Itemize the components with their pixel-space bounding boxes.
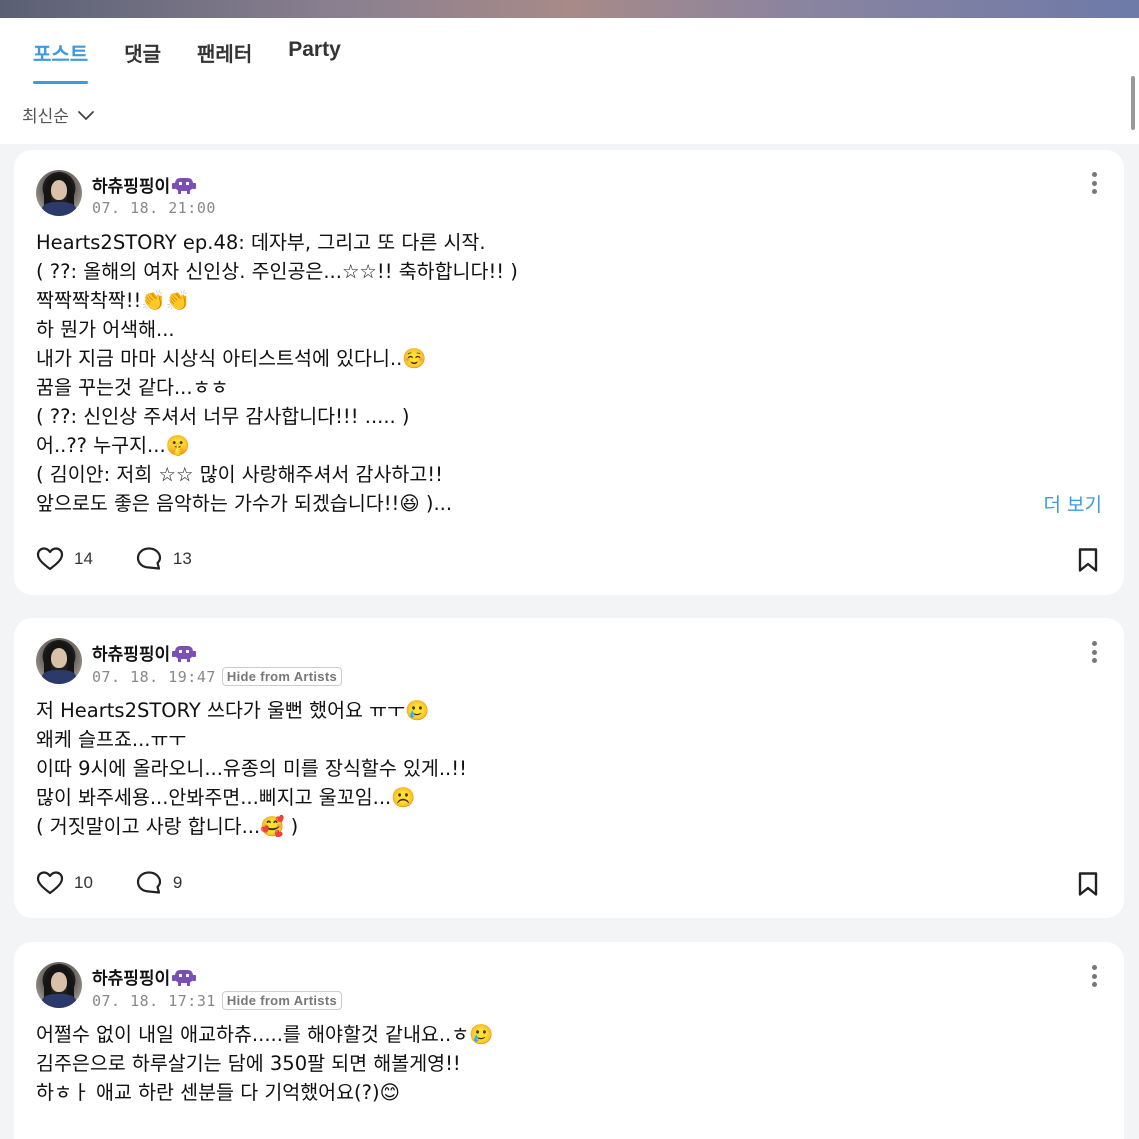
avatar[interactable] [36, 170, 82, 216]
comment-button[interactable]: 9 [135, 870, 182, 896]
see-more-link[interactable]: 더 보기 [1044, 490, 1102, 517]
post-card: 하츄핑핑이 07. 18. 19:47 Hide from Artists 저 … [14, 618, 1124, 918]
comment-button[interactable]: 13 [135, 546, 192, 572]
post-author[interactable]: 하츄핑핑이 [92, 964, 197, 989]
author-name: 하츄핑핑이 [92, 969, 171, 989]
like-button[interactable]: 10 [36, 870, 93, 896]
alien-monster-icon [172, 969, 197, 986]
sort-label: 최신순 [22, 107, 69, 127]
bookmark-icon[interactable] [1076, 547, 1100, 573]
hide-from-artists-badge: Hide from Artists [221, 991, 342, 1010]
heart-icon [36, 547, 64, 571]
more-options-button[interactable] [1088, 170, 1100, 196]
alien-monster-icon [172, 645, 197, 662]
avatar[interactable] [36, 638, 82, 684]
bookmark-icon[interactable] [1076, 871, 1100, 897]
tab-party[interactable]: Party [288, 38, 341, 81]
post-timestamp: 07. 18. 21:00 [92, 199, 216, 217]
tab-fan-letters[interactable]: 팬레터 [197, 38, 252, 81]
post-meta: 07. 18. 21:00 [92, 199, 216, 217]
alien-monster-icon [172, 177, 197, 194]
post-author[interactable]: 하츄핑핑이 [92, 172, 197, 197]
comment-count: 13 [172, 549, 192, 568]
heart-icon [36, 871, 64, 895]
post-author[interactable]: 하츄핑핑이 [92, 640, 197, 665]
post-body: 어쩔수 없이 내일 애교하츄.....를 해야할것 같내요..ㅎ🥲 김주은으로 … [36, 1023, 494, 1104]
comment-count: 9 [172, 873, 183, 892]
more-options-button[interactable] [1088, 639, 1100, 665]
tab-bar: 포스트 댓글 팬레터 Party [33, 38, 377, 84]
post-timestamp: 07. 18. 19:47 [92, 667, 216, 686]
profile-banner [0, 0, 1139, 18]
post-meta: 07. 18. 19:47 Hide from Artists [92, 667, 342, 686]
tab-posts[interactable]: 포스트 [33, 38, 89, 84]
post-body: Hearts2STORY ep.48: 데자부, 그리고 또 다른 시작. ( … [36, 231, 518, 515]
post-card: 하츄핑핑이 07. 18. 21:00 Hearts2STORY ep.48: … [14, 150, 1124, 595]
hide-from-artists-badge: Hide from Artists [221, 667, 342, 686]
post-timestamp: 07. 18. 17:31 [92, 991, 216, 1010]
like-button[interactable]: 14 [36, 546, 93, 572]
author-name: 하츄핑핑이 [92, 645, 171, 665]
tab-comments[interactable]: 댓글 [124, 38, 161, 81]
comment-bubble-icon [136, 871, 162, 894]
comment-bubble-icon [136, 547, 162, 570]
like-count: 10 [74, 873, 93, 892]
sort-dropdown[interactable]: 최신순 [22, 102, 95, 127]
post-actions: 14 13 [36, 546, 234, 572]
post-card: 하츄핑핑이 07. 18. 17:31 Hide from Artists 어쩔… [14, 942, 1124, 1139]
header-area: 포스트 댓글 팬레터 Party 최신순 [0, 18, 1139, 144]
post-body: 저 Hearts2STORY 쓰다가 울뻔 했어요 ㅠㅜ🥲 왜케 슬프죠...ㅠ… [36, 699, 467, 838]
chevron-down-icon [78, 110, 94, 120]
post-meta: 07. 18. 17:31 Hide from Artists [92, 991, 342, 1010]
scrollbar[interactable] [1131, 76, 1135, 130]
post-actions: 10 9 [36, 870, 224, 896]
like-count: 14 [74, 549, 93, 568]
avatar[interactable] [36, 962, 82, 1008]
more-options-button[interactable] [1088, 963, 1100, 989]
author-name: 하츄핑핑이 [92, 177, 171, 197]
